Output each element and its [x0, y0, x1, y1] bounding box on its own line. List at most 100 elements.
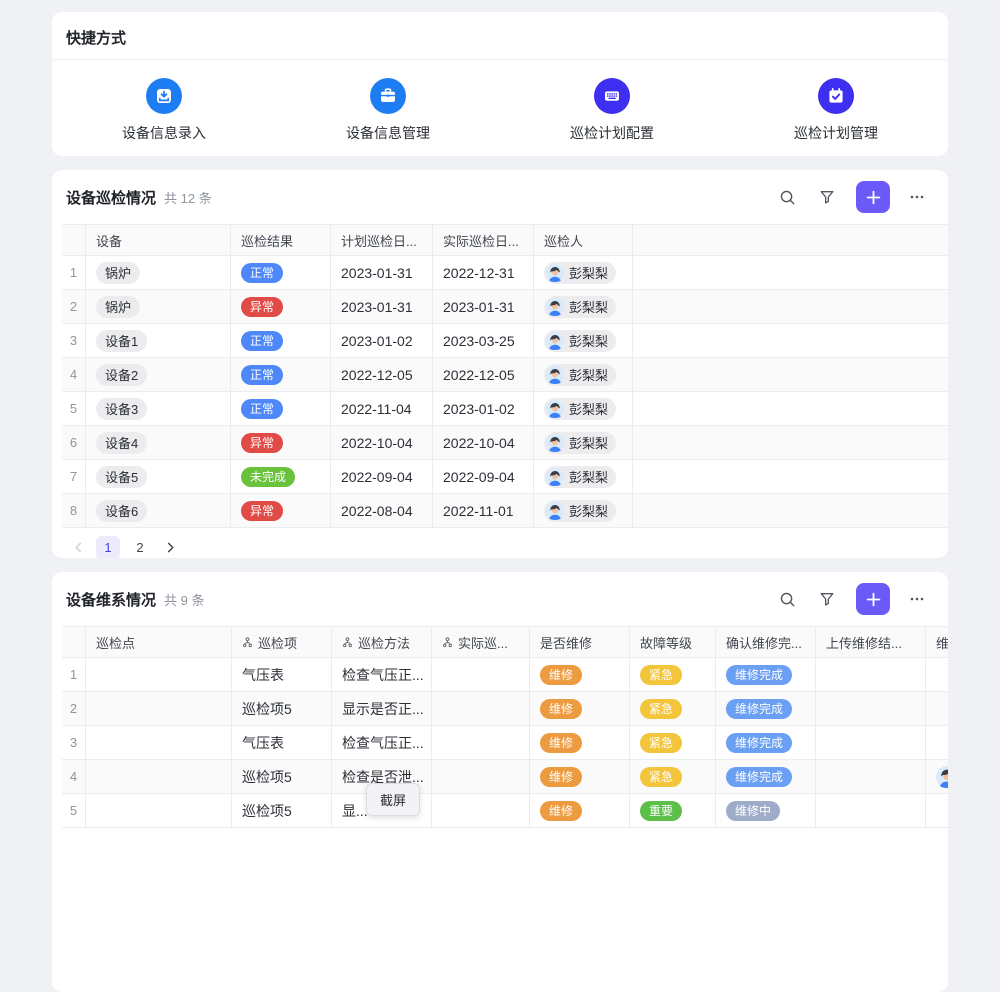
actual-date-cell[interactable]: 2022-11-01 [433, 494, 534, 527]
item-cell[interactable]: 巡检项5 [232, 760, 332, 793]
inspector-cell[interactable]: 彭梨梨 [534, 358, 633, 391]
cutoff-cell[interactable] [926, 658, 948, 691]
inspector-cell[interactable]: 彭梨梨 [534, 392, 633, 425]
result-cell[interactable]: 正常 [231, 358, 331, 391]
point-cell[interactable] [86, 794, 232, 827]
actual-date-cell[interactable]: 2022-12-31 [433, 256, 534, 289]
device-cell[interactable]: 设备5 [86, 460, 231, 493]
column-header-upload[interactable]: 上传维修结... [816, 627, 926, 657]
actual-date-cell[interactable]: 2023-03-25 [433, 324, 534, 357]
search-icon[interactable] [774, 586, 800, 612]
confirm-cell[interactable]: 维修完成 [716, 726, 816, 759]
repair-cell[interactable]: 维修 [530, 692, 630, 725]
point-cell[interactable] [86, 760, 232, 793]
actual-cell[interactable] [432, 692, 530, 725]
device-cell[interactable]: 设备6 [86, 494, 231, 527]
planned-date-cell[interactable]: 2023-01-31 [331, 256, 433, 289]
column-header-result[interactable]: 巡检结果 [231, 225, 331, 255]
actual-date-cell[interactable]: 2022-09-04 [433, 460, 534, 493]
more-icon[interactable] [904, 586, 930, 612]
column-header-point[interactable]: 巡检点 [86, 627, 232, 657]
column-header-cutoff[interactable]: 维 [926, 627, 948, 657]
item-cell[interactable]: 巡检项5 [232, 794, 332, 827]
actual-cell[interactable] [432, 794, 530, 827]
repair-cell[interactable]: 维修 [530, 794, 630, 827]
filter-icon[interactable] [814, 586, 840, 612]
column-header-planned-date[interactable]: 计划巡检日... [331, 225, 433, 255]
inspector-cell[interactable]: 彭梨梨 [534, 290, 633, 323]
inspector-cell[interactable]: 彭梨梨 [534, 324, 633, 357]
result-cell[interactable]: 正常 [231, 324, 331, 357]
planned-date-cell[interactable]: 2022-11-04 [331, 392, 433, 425]
actual-cell[interactable] [432, 658, 530, 691]
actual-date-cell[interactable]: 2022-12-05 [433, 358, 534, 391]
point-cell[interactable] [86, 692, 232, 725]
repair-cell[interactable]: 维修 [530, 760, 630, 793]
upload-cell[interactable] [816, 658, 926, 691]
confirm-cell[interactable]: 维修完成 [716, 658, 816, 691]
planned-date-cell[interactable]: 2022-09-04 [331, 460, 433, 493]
add-record-button[interactable] [856, 181, 890, 213]
repair-cell[interactable]: 维修 [530, 658, 630, 691]
planned-date-cell[interactable]: 2022-08-04 [331, 494, 433, 527]
result-cell[interactable]: 异常 [231, 494, 331, 527]
cutoff-cell[interactable] [926, 692, 948, 725]
method-cell[interactable]: 检查气压正... [332, 658, 432, 691]
column-header-item[interactable]: 巡检项 [232, 627, 332, 657]
upload-cell[interactable] [816, 794, 926, 827]
device-cell[interactable]: 设备4 [86, 426, 231, 459]
repair-cell[interactable]: 维修 [530, 726, 630, 759]
shortcut-plan-manage[interactable]: 巡检计划管理 [724, 78, 948, 143]
confirm-cell[interactable]: 维修完成 [716, 760, 816, 793]
level-cell[interactable]: 紧急 [630, 760, 716, 793]
column-header-level[interactable]: 故障等级 [630, 627, 716, 657]
more-icon[interactable] [904, 184, 930, 210]
method-cell[interactable]: 检查气压正... [332, 726, 432, 759]
upload-cell[interactable] [816, 760, 926, 793]
actual-date-cell[interactable]: 2023-01-02 [433, 392, 534, 425]
level-cell[interactable]: 紧急 [630, 692, 716, 725]
page-1-button[interactable]: 1 [96, 536, 120, 559]
actual-date-cell[interactable]: 2023-01-31 [433, 290, 534, 323]
result-cell[interactable]: 未完成 [231, 460, 331, 493]
item-cell[interactable]: 气压表 [232, 658, 332, 691]
device-cell[interactable]: 设备2 [86, 358, 231, 391]
shortcut-device-entry[interactable]: 设备信息录入 [52, 78, 276, 143]
result-cell[interactable]: 正常 [231, 392, 331, 425]
point-cell[interactable] [86, 658, 232, 691]
cutoff-cell[interactable] [926, 760, 948, 793]
column-header-inspector[interactable]: 巡检人 [534, 225, 633, 255]
result-cell[interactable]: 正常 [231, 256, 331, 289]
planned-date-cell[interactable]: 2022-12-05 [331, 358, 433, 391]
method-cell[interactable]: 显示是否正... [332, 692, 432, 725]
level-cell[interactable]: 紧急 [630, 726, 716, 759]
filter-icon[interactable] [814, 184, 840, 210]
level-cell[interactable]: 紧急 [630, 658, 716, 691]
inspector-cell[interactable]: 彭梨梨 [534, 460, 633, 493]
add-record-button[interactable] [856, 583, 890, 615]
device-cell[interactable]: 锅炉 [86, 290, 231, 323]
column-header-confirm[interactable]: 确认维修完... [716, 627, 816, 657]
device-cell[interactable]: 设备1 [86, 324, 231, 357]
column-header-actual[interactable]: 实际巡... [432, 627, 530, 657]
actual-cell[interactable] [432, 726, 530, 759]
actual-cell[interactable] [432, 760, 530, 793]
point-cell[interactable] [86, 726, 232, 759]
chevron-left-icon[interactable] [68, 538, 88, 558]
column-header-actual-date[interactable]: 实际巡检日... [433, 225, 534, 255]
device-cell[interactable]: 锅炉 [86, 256, 231, 289]
confirm-cell[interactable]: 维修中 [716, 794, 816, 827]
result-cell[interactable]: 异常 [231, 290, 331, 323]
column-header-device[interactable]: 设备 [86, 225, 231, 255]
inspector-cell[interactable]: 彭梨梨 [534, 494, 633, 527]
planned-date-cell[interactable]: 2023-01-31 [331, 290, 433, 323]
device-cell[interactable]: 设备3 [86, 392, 231, 425]
shortcut-plan-config[interactable]: 巡检计划配置 [500, 78, 724, 143]
upload-cell[interactable] [816, 726, 926, 759]
item-cell[interactable]: 巡检项5 [232, 692, 332, 725]
planned-date-cell[interactable]: 2023-01-02 [331, 324, 433, 357]
level-cell[interactable]: 重要 [630, 794, 716, 827]
chevron-right-icon[interactable] [160, 538, 180, 558]
column-header-repair[interactable]: 是否维修 [530, 627, 630, 657]
cutoff-cell[interactable] [926, 794, 948, 827]
